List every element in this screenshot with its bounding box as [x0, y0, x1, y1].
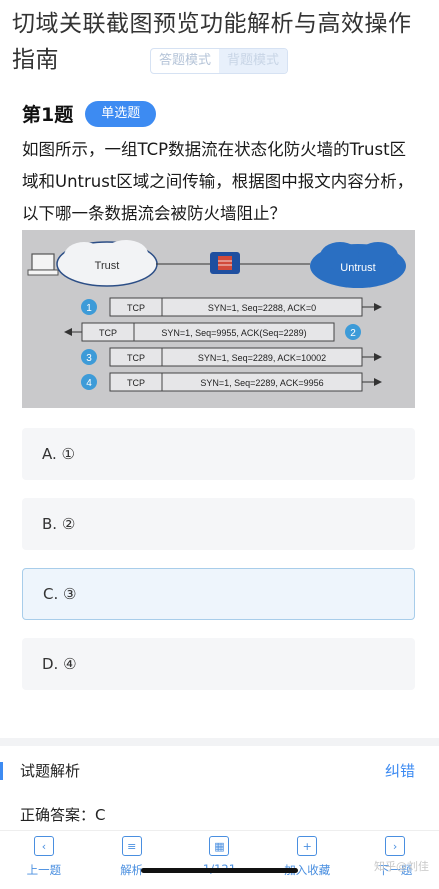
question-grid-button[interactable]: ▦ 1/121: [176, 831, 264, 889]
option-a[interactable]: A. ①: [22, 428, 415, 480]
flow-row-1: 1 TCP SYN=1, Seq=2288, ACK=0: [81, 297, 382, 317]
question-header: 第1题 单选题: [22, 100, 157, 127]
document-icon: ≡: [121, 836, 142, 856]
caption-banner: 切域关联截图预览功能解析与高效操作指南 答题模式 背题模式: [0, 0, 439, 86]
nav-label: 上一题: [26, 863, 62, 877]
analysis-title: 试题解析: [20, 762, 81, 780]
flow-proto: TCP: [127, 303, 145, 313]
flow-info: SYN=1, Seq=2289, ACK=9956: [200, 378, 323, 388]
flow-info: SYN=1, Seq=2288, ACK=0: [208, 303, 316, 313]
untrust-label: Untrust: [340, 262, 375, 274]
flow-proto: TCP: [127, 378, 145, 388]
analysis-button[interactable]: ≡ 解析: [88, 831, 176, 889]
flow-proto: TCP: [127, 353, 145, 363]
firewall-icon: [210, 252, 240, 274]
report-error-link[interactable]: 纠错: [385, 760, 415, 781]
question-figure: Trust Untrust 1 TCP SYN=1, Seq=2288, ACK…: [22, 230, 415, 408]
grid-icon: ▦: [209, 836, 230, 856]
mode-switch[interactable]: 答题模式 背题模式: [150, 48, 289, 74]
correct-answer: 正确答案：C: [20, 806, 106, 824]
flow-row-4: 4 TCP SYN=1, Seq=2289, ACK=9956: [81, 372, 382, 392]
question-number: 第1题: [22, 104, 74, 126]
answer-mode-button[interactable]: 答题模式: [151, 49, 219, 73]
nav-label: 解析: [120, 863, 144, 877]
flow-number: 2: [350, 328, 356, 339]
prev-question-button[interactable]: ‹ 上一题: [0, 831, 88, 889]
firewall-diagram: Trust Untrust 1 TCP SYN=1, Seq=2288, ACK…: [22, 230, 415, 408]
flow-number: 4: [86, 378, 92, 389]
flow-row-3: 3 TCP SYN=1, Seq=2289, ACK=10002: [81, 347, 382, 367]
home-indicator[interactable]: [141, 868, 298, 873]
flow-number: 1: [86, 303, 92, 314]
flow-proto: TCP: [99, 328, 117, 338]
flow-info: SYN=1, Seq=2289, ACK=10002: [198, 353, 326, 363]
recite-mode-button[interactable]: 背题模式: [219, 49, 288, 73]
option-b[interactable]: B. ②: [22, 498, 415, 550]
flow-row-2: TCP SYN=1, Seq=9955, ACK(Seq=2289) 2: [64, 322, 361, 342]
flow-number: 3: [86, 353, 92, 364]
section-accent-bar: [0, 762, 3, 780]
trust-host-icon: [27, 253, 59, 276]
chevron-left-icon: ‹: [33, 836, 54, 856]
question-type-badge: 单选题: [85, 100, 157, 127]
flow-info: SYN=1, Seq=9955, ACK(Seq=2289): [161, 328, 306, 338]
option-c[interactable]: C. ③: [22, 568, 415, 620]
add-favorite-button[interactable]: + 加入收藏: [263, 831, 351, 889]
question-text: 如图所示，一组TCP数据流在状态化防火墙的Trust区域和Untrust区域之间…: [22, 140, 414, 223]
option-d[interactable]: D. ④: [22, 638, 415, 690]
watermark: 知乎@刘佳: [374, 860, 429, 873]
trust-label: Trust: [95, 260, 120, 272]
bookmark-add-icon: +: [297, 836, 318, 856]
section-divider: [0, 738, 439, 746]
chevron-right-icon: ›: [385, 836, 406, 856]
